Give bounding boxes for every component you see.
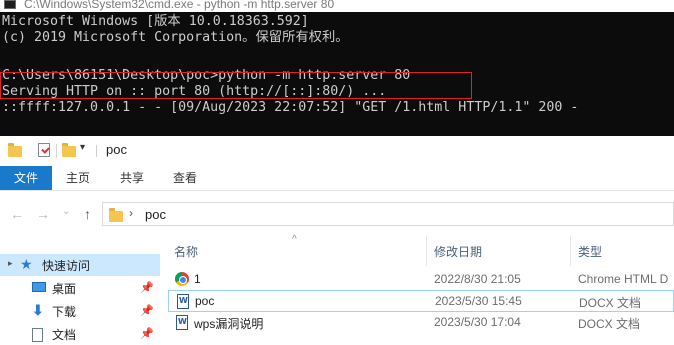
navigation-bar: ← → ⌄ ↑ › poc — [0, 200, 674, 228]
pin-icon: 📌 — [140, 328, 154, 340]
tab-share[interactable]: 共享 — [120, 166, 144, 190]
file-row-1[interactable]: 1 2022/8/30 21:05 Chrome HTML D — [168, 269, 674, 291]
tab-file[interactable]: 文件 — [0, 166, 52, 190]
cmd-line-1: Microsoft Windows [版本 10.0.18363.592] — [2, 14, 309, 29]
explorer-window-title: poc — [106, 142, 127, 157]
file-type: DOCX 文档 — [579, 296, 642, 310]
tab-home[interactable]: 主页 — [66, 166, 90, 190]
pin-icon: 📌 — [140, 305, 154, 317]
cmd-line-request-log: ::ffff:127.0.0.1 - - [09/Aug/2023 22:07:… — [2, 100, 579, 115]
sidebar-item-label: 桌面 — [52, 282, 77, 296]
ribbon-tabs: 文件 主页 共享 查看 — [0, 166, 674, 191]
docx-file-icon — [176, 315, 188, 330]
file-row-wps[interactable]: wps漏洞说明 2023/5/30 17:04 DOCX 文档 — [168, 312, 674, 334]
folder-icon[interactable] — [8, 143, 22, 157]
file-name: 1 — [194, 272, 201, 286]
address-folder-icon — [109, 208, 123, 222]
toolbar-divider — [56, 144, 57, 158]
chrome-html-icon — [175, 272, 189, 286]
file-name: wps漏洞说明 — [194, 317, 264, 331]
tab-view[interactable]: 查看 — [173, 166, 197, 190]
file-modified-date: 2023/5/30 17:04 — [434, 315, 521, 329]
sidebar-item-label: 下载 — [52, 305, 77, 319]
sort-ascending-icon: ^ — [292, 234, 297, 245]
new-folder-icon[interactable] — [62, 143, 76, 157]
properties-icon[interactable] — [38, 143, 50, 157]
sidebar-item-label: 文档 — [52, 328, 77, 342]
star-icon: ★ — [20, 256, 33, 272]
command-highlight-box — [0, 72, 472, 99]
cmd-line-2: (c) 2019 Microsoft Corporation。保留所有权利。 — [2, 30, 349, 45]
sidebar-item-quick-access[interactable]: ▸ ★ 快速访问 — [0, 254, 160, 276]
file-modified-date: 2022/8/30 21:05 — [434, 272, 521, 286]
sidebar-item-label: 快速访问 — [42, 259, 91, 273]
file-type: DOCX 文档 — [578, 317, 641, 331]
sidebar-item-desktop[interactable]: 桌面 📌 — [0, 277, 160, 299]
file-modified-date: 2023/5/30 15:45 — [435, 294, 522, 308]
file-list-header: ^ 名称 修改日期 类型 — [160, 234, 674, 266]
file-explorer-window: ▾ poc 文件 主页 共享 查看 ← → ⌄ ↑ › poc ^ 名称 修改日… — [0, 136, 674, 342]
cmd-window-title: C:\Windows\System32\cmd.exe - python -m … — [24, 0, 335, 11]
pin-icon: 📌 — [140, 282, 154, 294]
forward-arrow-icon[interactable]: → — [36, 206, 50, 222]
column-modified-date[interactable]: 修改日期 — [434, 243, 482, 260]
file-row-poc[interactable]: poc 2023/5/30 15:45 DOCX 文档 — [168, 290, 674, 312]
quick-access-dropdown-icon[interactable]: ▾ — [80, 142, 85, 153]
sidebar-item-downloads[interactable]: ⬇ 下载 📌 — [0, 300, 160, 322]
up-arrow-icon[interactable]: ↑ — [84, 206, 91, 222]
title-divider — [96, 145, 97, 157]
desktop-icon — [32, 282, 46, 292]
column-divider[interactable] — [426, 236, 427, 266]
column-divider[interactable] — [570, 236, 571, 266]
column-name[interactable]: 名称 — [174, 243, 198, 260]
file-type: Chrome HTML D — [578, 272, 669, 286]
recent-locations-icon[interactable]: ⌄ — [62, 206, 70, 217]
cmd-titlebar: C:\Windows\System32\cmd.exe - python -m … — [0, 0, 674, 12]
breadcrumb-poc[interactable]: poc — [145, 207, 166, 222]
sidebar-item-documents[interactable]: 文档 📌 — [0, 323, 160, 345]
back-arrow-icon[interactable]: ← — [10, 206, 24, 222]
breadcrumb-chevron-icon[interactable]: › — [129, 206, 133, 220]
file-name: poc — [195, 294, 215, 308]
download-arrow-icon: ⬇ — [32, 302, 44, 318]
docx-file-icon — [177, 294, 189, 309]
column-type[interactable]: 类型 — [578, 243, 602, 260]
cmd-console[interactable]: Microsoft Windows [版本 10.0.18363.592] (c… — [0, 12, 674, 136]
expand-arrow-icon[interactable]: ▸ — [8, 258, 13, 269]
address-bar[interactable]: › poc — [102, 202, 674, 226]
cmd-app-icon — [4, 0, 16, 9]
